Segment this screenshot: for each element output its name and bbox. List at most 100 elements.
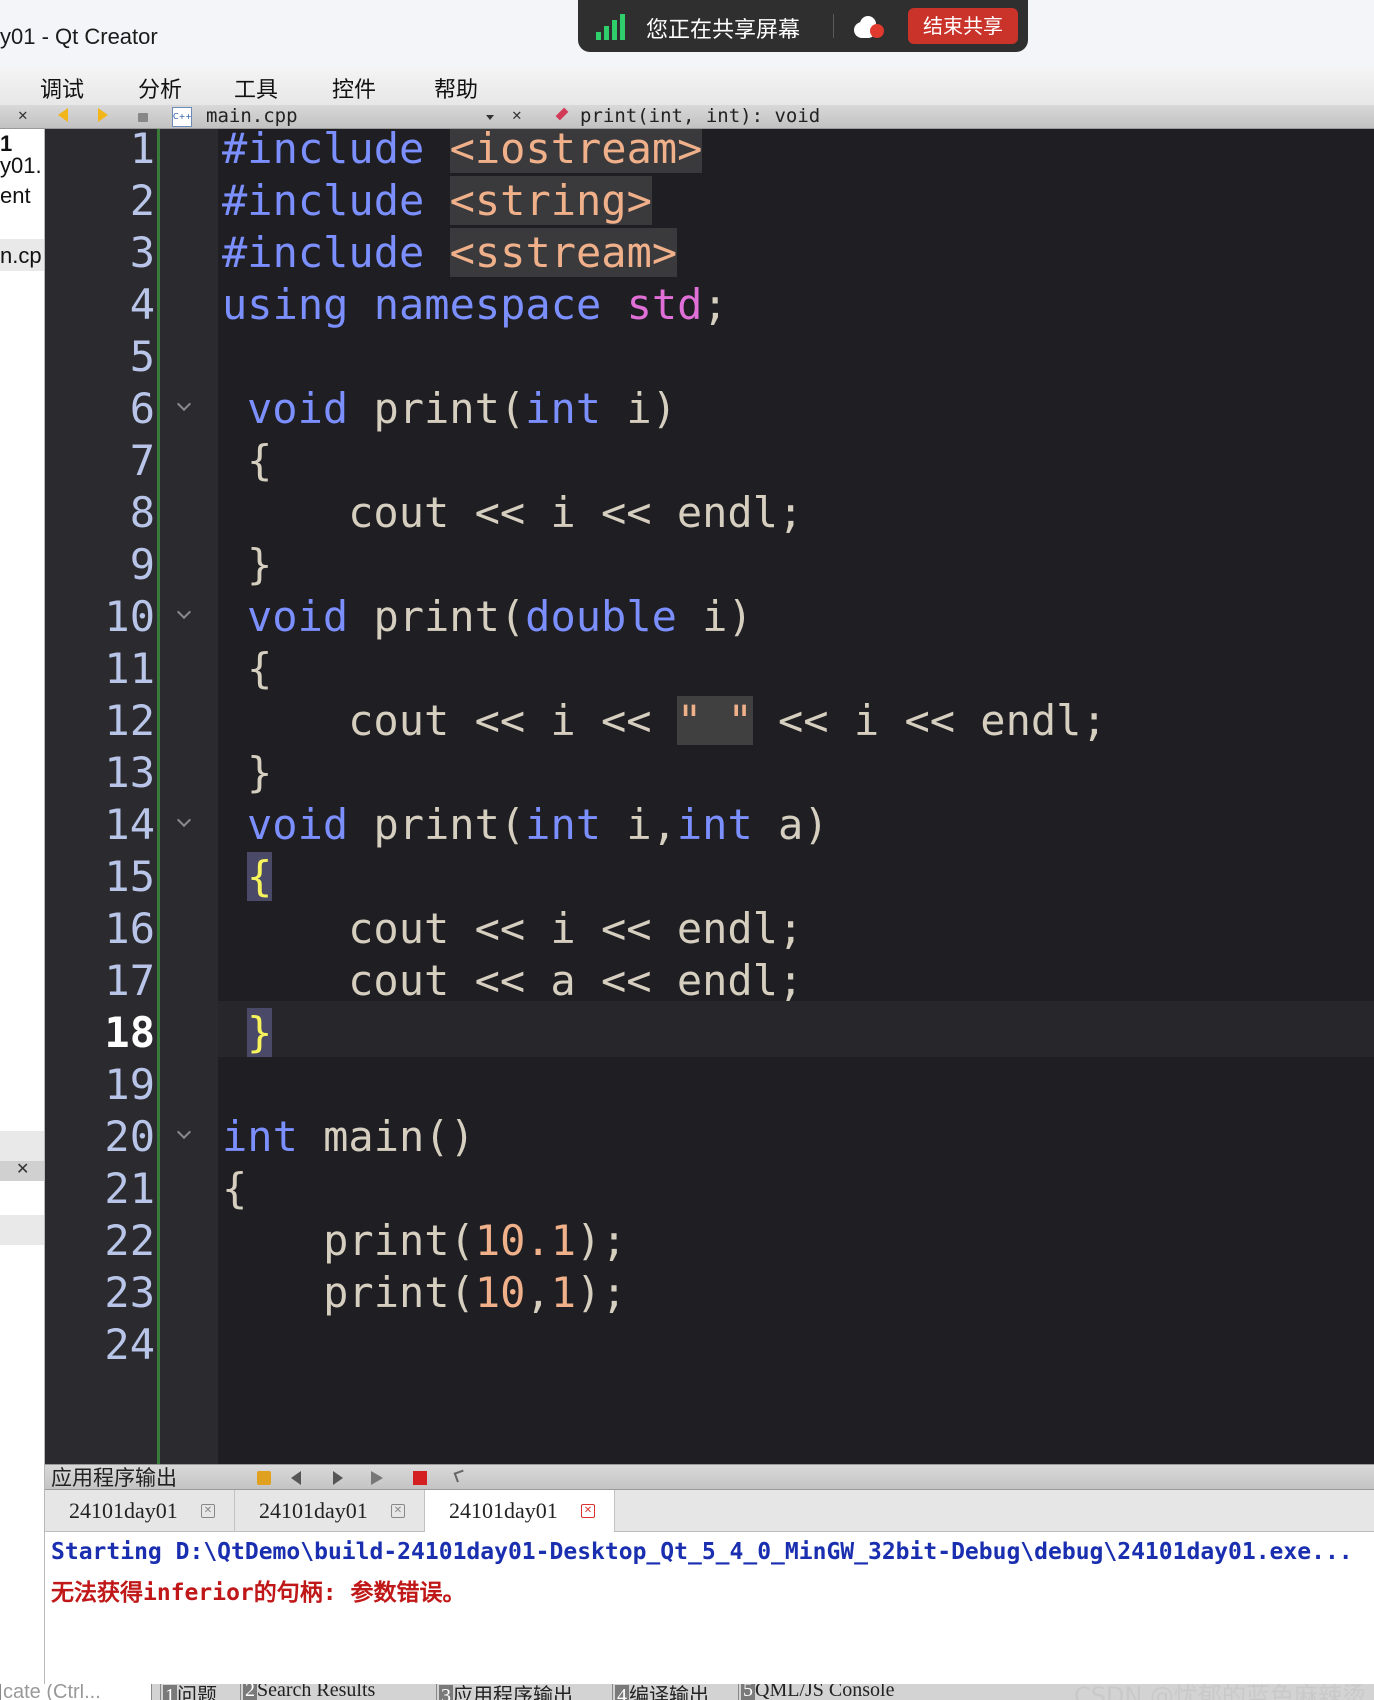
code-line[interactable]: cout << a << endl; [247, 953, 803, 1009]
qml-console-pane-button[interactable]: 5 QML/JS Console [738, 1684, 894, 1700]
code-line[interactable]: { [247, 433, 272, 489]
search-results-pane-button[interactable]: 2 Search Results [240, 1684, 375, 1700]
rerun-icon[interactable] [257, 1471, 271, 1485]
back-icon[interactable] [58, 108, 68, 122]
line-number: 19 [104, 1060, 155, 1109]
sidebar-file-item[interactable]: n.cp [0, 243, 42, 269]
line-number: 3 [129, 228, 155, 277]
stop-sharing-button[interactable]: 结束共享 [908, 8, 1018, 44]
screen-share-bar: 您正在共享屏幕 结束共享 [578, 0, 1028, 52]
menu-debug[interactable]: 调试 [40, 72, 84, 104]
menu-widgets[interactable]: 控件 [332, 72, 376, 104]
line-number: 9 [129, 540, 155, 589]
code-line[interactable]: #include <iostream> [222, 129, 703, 177]
output-tab[interactable]: 24101day01 ✕ [45, 1490, 235, 1532]
pane-label: Search Results [257, 1684, 376, 1700]
code-line[interactable]: { [247, 849, 273, 905]
line-number: 12 [104, 696, 155, 745]
previous-icon[interactable] [291, 1471, 301, 1485]
sidebar-project-item[interactable]: y01. [0, 153, 42, 179]
next-icon[interactable] [333, 1471, 343, 1485]
close-pane-icon[interactable]: ✕ [18, 105, 28, 124]
window-title: y01 - Qt Creator [0, 24, 158, 49]
compile-output-pane-button[interactable]: 4 编译输出 [612, 1684, 709, 1700]
line-number: 8 [129, 488, 155, 537]
pane-label: 应用程序输出 [453, 1685, 573, 1700]
line-number: 1 [129, 129, 155, 173]
close-tab-icon[interactable]: ✕ [391, 1504, 405, 1518]
line-number: 13 [104, 748, 155, 797]
share-status-text: 您正在共享屏幕 [646, 18, 801, 43]
line-number: 24 [104, 1320, 155, 1369]
close-tab-icon[interactable]: ✕ [581, 1504, 595, 1518]
function-icon [555, 107, 569, 121]
code-line[interactable]: int main() [222, 1109, 475, 1165]
application-output-pane-button[interactable]: 3 应用程序输出 [436, 1684, 573, 1700]
lock-icon [138, 113, 148, 122]
project-sidebar: 1 y01. ent n.cp ✕ [0, 129, 45, 1684]
code-line[interactable]: } [247, 745, 272, 801]
output-tab-label: 24101day01 [259, 1498, 368, 1523]
code-line[interactable]: print(10.1); [222, 1213, 626, 1269]
code-line[interactable]: cout << i << " " << i << endl; [247, 693, 1107, 749]
line-number: 16 [104, 904, 155, 953]
output-tabs: 24101day01 ✕ 24101day01 ✕ 24101day01 ✕ [45, 1490, 1374, 1532]
pane-number: 5 [741, 1684, 755, 1700]
code-line[interactable]: } [247, 1005, 273, 1061]
menu-tools[interactable]: 工具 [234, 72, 278, 104]
code-line[interactable]: { [222, 1161, 247, 1217]
code-line[interactable]: using namespace std; [222, 277, 728, 333]
fold-toggle-icon[interactable] [176, 1124, 192, 1140]
line-number-gutter: 1 2 3 4 5 6 7 8 9 10 11 12 13 14 15 16 1… [45, 129, 163, 1464]
application-output[interactable]: Starting D:\QtDemo\build-24101day01-Desk… [45, 1533, 1374, 1684]
locator-input[interactable]: cate (Ctrl... [0, 1684, 152, 1700]
line-number: 6 [129, 384, 155, 433]
open-document-item[interactable] [0, 1215, 44, 1245]
close-tab-icon[interactable]: ✕ [201, 1504, 215, 1518]
output-tab[interactable]: 24101day01 ✕ [235, 1490, 425, 1532]
code-line[interactable]: print(10,1); [222, 1265, 626, 1321]
fold-margin [157, 129, 160, 1464]
code-line[interactable]: { [247, 641, 272, 697]
fold-toggle-icon[interactable] [176, 812, 192, 828]
cpp-file-icon: C++ [172, 107, 192, 127]
line-number: 11 [104, 644, 155, 693]
forward-icon[interactable] [98, 108, 108, 122]
issues-pane-button[interactable]: 1 问题 [160, 1684, 217, 1700]
code-line[interactable]: #include <sstream> [222, 225, 678, 281]
line-number: 7 [129, 436, 155, 485]
output-tab-active[interactable]: 24101day01 ✕ [425, 1490, 615, 1532]
open-file-selector[interactable]: main.cpp [206, 105, 298, 127]
output-tab-label: 24101day01 [449, 1498, 558, 1523]
code-editor[interactable]: 1 2 3 4 5 6 7 8 9 10 11 12 13 14 15 16 1… [45, 129, 1374, 1464]
fold-toggle-icon[interactable] [176, 604, 192, 620]
code-line[interactable]: } [247, 537, 272, 593]
output-pane-title: 应用程序输出 [51, 1466, 177, 1490]
menu-analyze[interactable]: 分析 [138, 72, 182, 104]
attach-icon[interactable] [453, 1469, 467, 1483]
code-line[interactable]: cout << i << endl; [247, 901, 803, 957]
line-number: 23 [104, 1268, 155, 1317]
stop-icon[interactable] [413, 1471, 427, 1485]
output-pane-header: 应用程序输出 [45, 1464, 1374, 1490]
run-icon[interactable] [371, 1471, 383, 1485]
code-line[interactable]: #include <string> [222, 173, 652, 229]
fold-toggle-icon[interactable] [176, 396, 192, 412]
code-line[interactable]: void print(int i) [247, 381, 677, 437]
menu-help[interactable]: 帮助 [434, 72, 478, 104]
close-document-icon[interactable]: ✕ [512, 105, 522, 124]
code-line[interactable]: cout << i << endl; [247, 485, 803, 541]
chevron-down-icon[interactable] [486, 115, 494, 120]
code-line[interactable]: void print(int i,int a) [247, 797, 829, 853]
open-documents-header: ✕ [0, 1159, 44, 1181]
cloud-record-icon[interactable] [854, 14, 886, 38]
symbol-selector[interactable]: print(int, int): void [580, 105, 820, 127]
editor-toolbar: ✕ C++ main.cpp ✕ print(int, int): void [0, 105, 1374, 129]
sidebar-item[interactable]: ent [0, 183, 31, 209]
pane-number: 3 [439, 1685, 453, 1700]
close-pane-icon[interactable]: ✕ [16, 1159, 29, 1179]
sidebar-selected-row[interactable]: n.cp [0, 239, 44, 271]
code-line[interactable]: void print(double i) [247, 589, 753, 645]
pane-number: 1 [163, 1685, 177, 1700]
output-tab-label: 24101day01 [69, 1498, 178, 1523]
